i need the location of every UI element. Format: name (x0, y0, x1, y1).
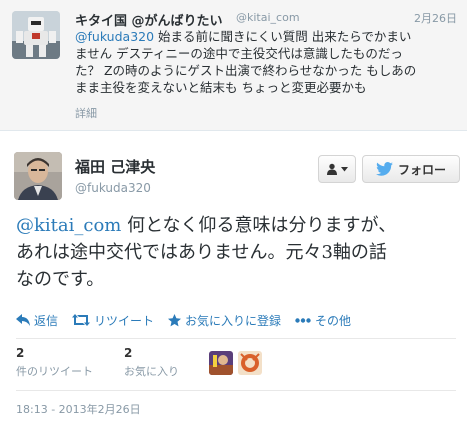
reply-action[interactable]: 返信 (16, 312, 58, 329)
more-action[interactable]: その他 (295, 312, 351, 329)
parent-tweet: キタイ国 @がんばりたい @kitai_com 2月26日 @fukuda320… (0, 0, 467, 131)
reply-icon (16, 314, 30, 326)
person-avatar-image (14, 152, 62, 200)
details-link[interactable]: 詳細 (75, 105, 97, 121)
follow-button-label: フォロー (397, 162, 446, 177)
parent-display-name[interactable]: キタイ国 @がんばりたい (75, 10, 223, 29)
main-avatar[interactable] (14, 152, 62, 200)
parent-avatar[interactable] (12, 11, 60, 59)
main-text-line: あれは途中交代ではありません。元々3軸の話 (16, 242, 387, 263)
parent-handle[interactable]: @kitai_com (236, 11, 300, 24)
user-actions-dropdown[interactable] (318, 155, 356, 183)
favorite-action[interactable]: お気に入りに登録 (168, 312, 281, 329)
more-dots-icon (295, 317, 311, 323)
divider (16, 338, 456, 339)
favorite-count-stat[interactable]: 2 お気に入り (124, 346, 179, 379)
parent-text-line: まま主役を変えないと結末も ちょっと変更必要かも (75, 80, 367, 95)
more-label: その他 (315, 313, 352, 328)
twitter-bird-icon (376, 162, 393, 176)
favorite-count: 2 (124, 346, 133, 360)
favoriter-avatar[interactable] (238, 351, 262, 375)
retweet-count: 2 (16, 346, 25, 360)
main-text-line: @kitai_com 何となく仰る意味は分りますが、 (16, 212, 456, 239)
robot-avatar-image (12, 11, 60, 59)
favoriter-avatar[interactable] (209, 351, 233, 375)
parent-text-line: @fukuda320 始まる前に聞きにくい質問 出来たらでかまい (75, 28, 455, 45)
parent-text-segment: 始まる前に聞きにくい質問 出来たらでかまい (154, 29, 412, 44)
tweet-actions: 返信 リツイート お気に入りに登録 その他 (16, 310, 365, 330)
favoriter-avatar-image (209, 351, 233, 375)
follow-button[interactable]: フォロー (362, 155, 460, 183)
parent-text-line: ません デスティニーの途中で主役交代は意識したものだっ (75, 46, 403, 61)
main-display-name[interactable]: 福田 己津央 (75, 156, 155, 177)
retweet-action[interactable]: リツイート (72, 312, 154, 329)
favorite-count-label: お気に入り (124, 365, 179, 378)
star-icon (168, 313, 182, 326)
main-text-segment: 何となく仰る意味は分りますが、 (121, 215, 397, 236)
parent-text-line: た？ Zの時のようにゲスト出演で終わらせなかった もしあの (75, 63, 417, 78)
user-icon (327, 163, 337, 175)
parent-date[interactable]: 2月26日 (414, 10, 457, 26)
favorite-label: お気に入りに登録 (185, 313, 282, 328)
retweet-icon (72, 314, 91, 326)
main-handle[interactable]: @fukuda320 (75, 181, 151, 195)
parent-tweet-text: @fukuda320 始まる前に聞きにくい質問 出来たらでかまい ません デステ… (75, 28, 455, 96)
retweet-count-stat[interactable]: 2 件のリツイート (16, 346, 93, 379)
reply-label: 返信 (34, 313, 59, 328)
retweet-label: リツイート (94, 313, 155, 328)
divider (16, 390, 456, 391)
main-tweet-text: @kitai_com 何となく仰る意味は分りますが、 あれは途中交代ではありませ… (16, 212, 456, 293)
mention-link[interactable]: @kitai_com (16, 215, 121, 236)
main-text-line: なのです。 (16, 269, 105, 290)
retweet-count-label: 件のリツイート (16, 365, 93, 378)
caret-down-icon (341, 166, 348, 171)
mention-link[interactable]: @fukuda320 (75, 29, 154, 44)
tweet-timestamp[interactable]: 18:13 - 2013年2月26日 (16, 401, 141, 417)
favoriter-avatar-image (238, 351, 262, 375)
